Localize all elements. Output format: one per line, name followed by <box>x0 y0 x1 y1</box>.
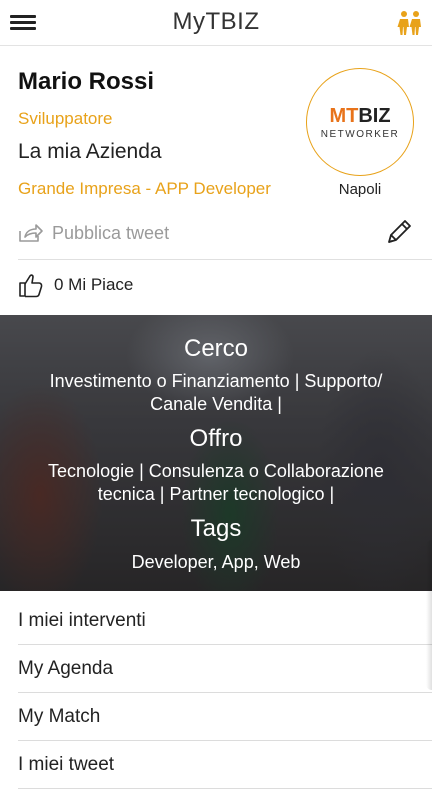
likes-label: 0 Mi Piace <box>54 275 134 294</box>
cerco-text: Investimento o Finanziamento | Supporto/… <box>49 371 383 414</box>
logo-brand: BIZ <box>358 105 391 127</box>
profile-city: Napoli <box>338 181 382 198</box>
top-app-bar: MyTBIZ <box>0 0 432 46</box>
menu-item-tweet[interactable]: I miei tweet <box>0 741 432 789</box>
menu-item-interventi[interactable]: I miei interventi <box>0 597 432 645</box>
profile-company: La mia Azienda <box>18 140 162 163</box>
share-icon <box>19 224 43 242</box>
offro-text: Tecnologie | Consulenza o Collaborazione… <box>48 461 384 504</box>
interests-banner: Cerco Investimento o Finanziamento | Sup… <box>0 315 432 591</box>
logo-wordmark: MTBIZ <box>307 105 413 128</box>
pencil-edit-icon[interactable] <box>383 216 415 248</box>
app-title: MyTBIZ <box>172 8 260 35</box>
menu-item-match[interactable]: My Match <box>0 693 432 741</box>
thumbs-up-icon <box>19 274 43 298</box>
divider <box>18 259 432 260</box>
cerco-heading: Cerco <box>183 335 249 362</box>
tags-text: Developer, App, Web <box>131 552 301 572</box>
company-logo: MTBIZ NETWORKER <box>306 68 414 176</box>
likes-button[interactable]: 0 Mi Piace <box>18 270 133 300</box>
menu-item-agenda[interactable]: My Agenda <box>0 645 432 693</box>
offro-heading: Offro <box>189 425 243 452</box>
profile-section: Mario Rossi Sviluppatore La mia Azienda … <box>0 46 432 260</box>
profile-role: Sviluppatore <box>18 109 113 128</box>
publish-tweet-label: Pubblica tweet <box>52 222 170 243</box>
logo-prefix: MT <box>329 105 359 127</box>
logo-subtitle: NETWORKER <box>320 129 400 140</box>
profile-company-type: Grande Impresa - APP Developer <box>18 179 271 198</box>
tags-heading: Tags <box>190 515 242 542</box>
profile-menu-list: I miei interventi My Agenda My Match I m… <box>0 597 432 789</box>
people-icon[interactable] <box>396 10 424 36</box>
profile-name: Mario Rossi <box>18 68 155 95</box>
publish-tweet-button[interactable]: Pubblica tweet <box>18 220 169 246</box>
